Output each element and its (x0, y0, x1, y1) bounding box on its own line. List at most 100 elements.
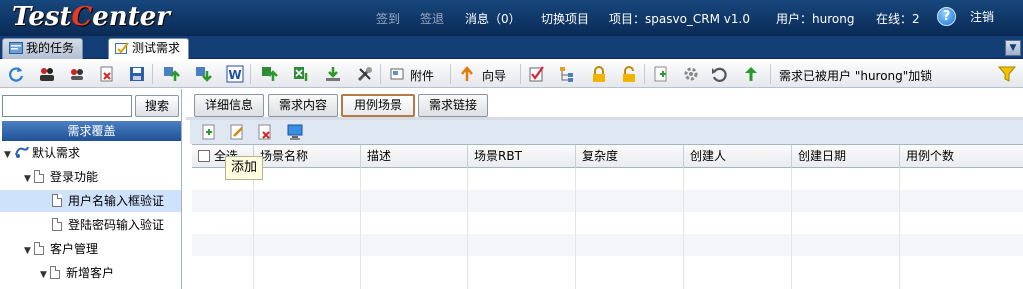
tree-node-default[interactable]: ▼ 默认需求 (4, 142, 80, 164)
tools-icon[interactable] (356, 65, 374, 83)
search-button[interactable]: 搜索 (135, 95, 179, 117)
use-case-grid: 全选 场景名称 描述 场景RBT 复杂度 创建人 创建日期 用例个数 (192, 144, 1023, 289)
sign-in-link[interactable]: 签到 (376, 10, 400, 27)
document-icon (52, 194, 62, 207)
sign-out-link[interactable]: 签退 (420, 10, 444, 27)
add-icon[interactable] (200, 123, 218, 141)
tree-node-password-validation[interactable]: 登陆密码输入验证 (52, 214, 164, 236)
refresh-icon[interactable] (7, 65, 25, 83)
tree-node-label: 默认需求 (32, 146, 81, 160)
tree-node-label: 用户名输入框验证 (68, 194, 165, 208)
filter-icon[interactable] (998, 65, 1016, 83)
grid-column-divider (192, 168, 254, 289)
requirement-icon (115, 42, 129, 54)
column-header[interactable]: 场景RBT (468, 145, 576, 168)
tab-my-tasks-label: 我的任务 (26, 41, 75, 55)
users-icon[interactable] (38, 65, 56, 83)
tree-node-customer-management[interactable]: ▼ 客户管理 (24, 238, 98, 260)
monitor-icon[interactable] (286, 123, 304, 141)
collapse-toggle-icon[interactable]: ▼ (24, 240, 34, 262)
tab-content[interactable]: 需求内容 (268, 94, 338, 117)
app-header: TestCenter 签到 签退 消息（0） 切换项目 项目：spasvo_CR… (0, 0, 1023, 36)
unlock-icon[interactable] (620, 65, 638, 83)
toolbar-separator (380, 64, 381, 84)
module-tab-strip: 我的任务 测试需求 (0, 36, 1023, 59)
current-project: 项目：spasvo_CRM v1.0 (609, 12, 750, 26)
document-icon (34, 170, 44, 183)
column-header[interactable]: 用例个数 (900, 145, 1023, 168)
grid-column-divider (254, 168, 361, 289)
arrow-up-icon[interactable] (742, 65, 760, 83)
toolbar-separator (152, 64, 153, 84)
settings-icon[interactable] (682, 65, 700, 83)
toolbar-separator (644, 64, 645, 84)
messages-link[interactable]: 消息（0） (465, 10, 521, 27)
document-icon (50, 266, 60, 279)
delete-icon[interactable] (256, 123, 274, 141)
attachment-icon[interactable] (388, 65, 406, 83)
user-pair-icon[interactable] (68, 65, 86, 83)
logout-link[interactable]: 注销 (970, 8, 994, 25)
tab-my-tasks[interactable]: 我的任务 (2, 38, 84, 59)
tree-node-label: 登陆密码输入验证 (68, 218, 165, 232)
grid-column-divider (361, 168, 468, 289)
wizard-icon[interactable] (458, 65, 476, 83)
download-icon[interactable] (324, 65, 342, 83)
panel-title: 需求覆盖 (2, 121, 181, 141)
help-icon[interactable]: ? (937, 7, 956, 26)
toolbar-separator (450, 64, 451, 84)
tab-details[interactable]: 详细信息 (194, 94, 264, 117)
undo-icon[interactable] (710, 65, 728, 83)
lock-icon[interactable] (590, 65, 608, 83)
grid-column-divider (792, 168, 900, 289)
collapse-toggle-icon[interactable]: ▼ (40, 264, 50, 286)
switch-project-link[interactable]: 切换项目 (541, 10, 589, 27)
check-icon[interactable] (528, 65, 546, 83)
toolbar-separator (250, 64, 251, 84)
new-doc-icon[interactable] (652, 65, 670, 83)
tab-links[interactable]: 需求链接 (418, 94, 488, 117)
edit-icon[interactable] (228, 123, 246, 141)
tree-node-login[interactable]: ▼ 登录功能 (24, 166, 98, 188)
word-icon[interactable]: W (226, 65, 244, 83)
search-input[interactable] (2, 95, 132, 117)
requirement-tree-pane: 搜索 需求覆盖 ▼ 默认需求 ▼ 登录功能 用户名输入框验证 登陆密码输入验证 ▼ 客… (0, 89, 182, 289)
tab-test-requirements[interactable]: 测试需求 (108, 38, 190, 59)
tree-node-label: 新增客户 (66, 266, 115, 280)
wizard-button[interactable]: 向导 (482, 67, 506, 84)
save-icon[interactable] (128, 65, 146, 83)
grid-toolbar (190, 120, 1023, 144)
svg-text:W: W (228, 68, 241, 82)
excel-export-icon[interactable] (292, 65, 310, 83)
column-header[interactable]: 复杂度 (576, 145, 684, 168)
tab-test-requirements-label: 测试需求 (132, 41, 181, 55)
column-header[interactable]: 场景名称 (254, 145, 361, 168)
collapse-toggle-icon[interactable]: ▼ (24, 168, 34, 190)
grid-header: 全选 场景名称 描述 场景RBT 复杂度 创建人 创建日期 用例个数 (192, 144, 1023, 168)
tree-node-label: 客户管理 (50, 242, 99, 256)
chevron-down-icon[interactable]: ▼ (1005, 40, 1021, 56)
grid-column-divider (468, 168, 576, 289)
current-user: 用户：hurong (776, 12, 855, 26)
collapse-toggle-icon[interactable]: ▼ (4, 144, 14, 166)
excel-import-icon[interactable] (260, 65, 278, 83)
tree-node-add-customer[interactable]: ▼ 新增客户 (40, 262, 114, 284)
toolbar-separator (520, 64, 521, 84)
tree-node-username-validation[interactable]: 用户名输入框验证 (0, 190, 181, 212)
import-up-icon[interactable] (162, 65, 180, 83)
column-header[interactable]: 创建人 (684, 145, 792, 168)
select-all-checkbox[interactable] (198, 150, 210, 162)
column-header[interactable]: 创建日期 (792, 145, 900, 168)
tab-use-case-scenarios[interactable]: 用例场景 (341, 94, 415, 117)
attachment-button[interactable]: 附件 (410, 67, 434, 84)
export-down-icon[interactable] (194, 65, 212, 83)
main-toolbar: W 附件 向导 需求已被用户 "hurong"加锁 (0, 60, 1023, 88)
grid-column-divider (684, 168, 792, 289)
toolbar-separator (770, 64, 771, 84)
delete-doc-icon[interactable] (98, 65, 116, 83)
tree-icon[interactable] (558, 65, 576, 83)
tree-node-label: 登录功能 (50, 170, 99, 184)
document-icon (52, 218, 62, 231)
document-icon (34, 242, 44, 255)
column-header[interactable]: 描述 (361, 145, 468, 168)
